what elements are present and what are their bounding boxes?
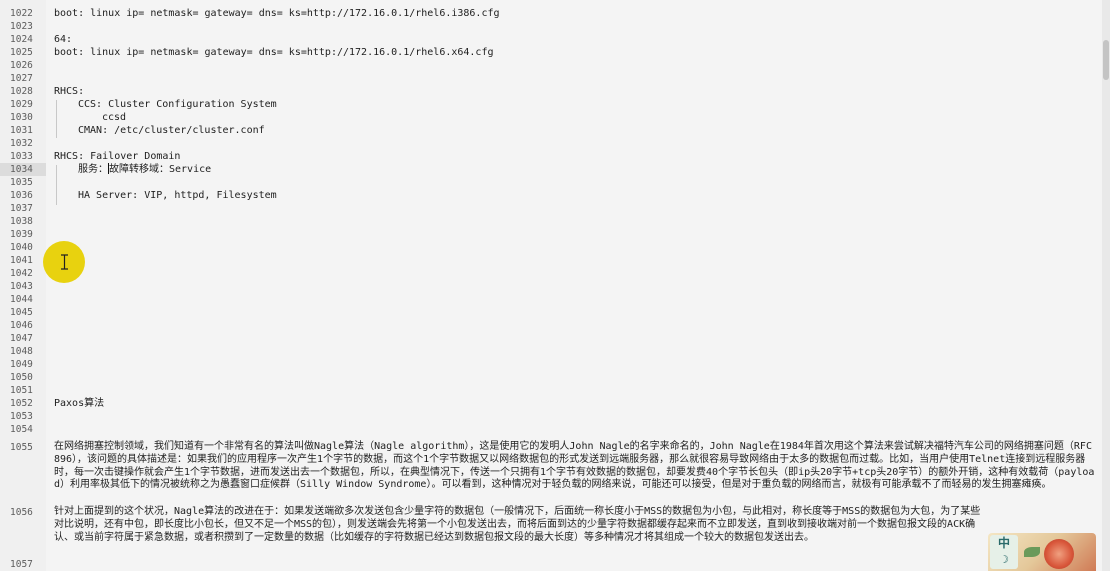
line-number: 1045 xyxy=(10,307,33,318)
code-line[interactable]: boot: linux ip= netmask= gateway= dns= k… xyxy=(54,46,494,59)
ime-language-indicator[interactable]: 中 ☽ xyxy=(990,535,1018,569)
line-number: 1047 xyxy=(10,333,33,344)
line-number: 1038 xyxy=(10,216,33,227)
line-number: 1044 xyxy=(10,294,33,305)
line-number: 1023 xyxy=(10,21,33,32)
ime-toolbar[interactable]: 中 ☽ xyxy=(988,533,1096,571)
leaf-icon xyxy=(1024,547,1040,557)
line-number: 1053 xyxy=(10,411,33,422)
code-line[interactable]: 64: xyxy=(54,33,72,46)
text-cursor-icon xyxy=(61,254,68,270)
line-number: 1048 xyxy=(10,346,33,357)
line-number: 1052 xyxy=(10,398,33,409)
line-number: 1032 xyxy=(10,138,33,149)
line-number: 1056 xyxy=(10,507,33,518)
line-number: 1028 xyxy=(10,86,33,97)
line-number: 1050 xyxy=(10,372,33,383)
vertical-scrollbar[interactable] xyxy=(1102,0,1110,571)
code-line[interactable]: RHCS: xyxy=(54,85,84,98)
ime-flower-icon xyxy=(1044,539,1074,569)
line-number: 1051 xyxy=(10,385,33,396)
code-line[interactable]: Paxos算法 xyxy=(54,397,104,410)
line-number-gutter: 1022 1023 1024 1025 1026 1027 1028 1029 1030 1031… xyxy=(0,0,46,571)
ime-moon-icon: ☽ xyxy=(999,553,1009,566)
line-number: 1037 xyxy=(10,203,33,214)
line-number: 1022 xyxy=(10,8,33,19)
line-number: 1026 xyxy=(10,60,33,71)
line-number: 1029 xyxy=(10,99,33,110)
text-editor[interactable]: 1022 1023 1024 1025 1026 1027 1028 1029 1030 1031… xyxy=(0,0,1110,571)
scrollbar-thumb[interactable] xyxy=(1103,40,1109,80)
line-number: 1027 xyxy=(10,73,33,84)
line-number: 1034 xyxy=(0,163,46,176)
code-line[interactable]: boot: linux ip= netmask= gateway= dns= k… xyxy=(54,7,500,20)
code-line[interactable]: 服务：故障转移域：Service xyxy=(78,163,211,176)
line-number: 1057 xyxy=(10,559,33,570)
line-number: 1033 xyxy=(10,151,33,162)
indent-guide xyxy=(56,165,57,205)
line-number: 1046 xyxy=(10,320,33,331)
code-line[interactable]: CCS: Cluster Configuration System xyxy=(78,98,277,111)
paragraph-nagle-intro: 在网络拥塞控制领域，我们知道有一个非常有名的算法叫做Nagle算法（Nagle … xyxy=(54,441,1095,491)
line-number: 1055 xyxy=(10,442,33,453)
code-line-text: 故障转移域：Service xyxy=(109,164,212,175)
line-number: 1039 xyxy=(10,229,33,240)
line-number: 1030 xyxy=(10,112,33,123)
line-number: 1041 xyxy=(10,255,33,266)
line-number: 1054 xyxy=(10,424,33,435)
line-number: 1036 xyxy=(10,190,33,201)
paragraph-nagle-improvement: 针对上面提到的这个状况，Nagle算法的改进在于：如果发送端欲多次发送包含少量字… xyxy=(54,506,981,543)
code-line-text: 服务： xyxy=(78,164,108,175)
line-number: 1042 xyxy=(10,268,33,279)
code-line[interactable]: RHCS: Failover Domain xyxy=(54,150,180,163)
code-line[interactable]: HA Server: VIP, httpd, Filesystem xyxy=(78,189,277,202)
line-number: 1043 xyxy=(10,281,33,292)
code-line[interactable]: ccsd xyxy=(102,111,126,124)
line-number: 1024 xyxy=(10,34,33,45)
line-number: 1031 xyxy=(10,125,33,136)
indent-guide xyxy=(56,100,57,138)
line-number: 1049 xyxy=(10,359,33,370)
ime-logo-text: 中 xyxy=(997,536,1010,550)
line-number: 1025 xyxy=(10,47,33,58)
line-number: 1035 xyxy=(10,177,33,188)
code-line[interactable]: CMAN: /etc/cluster/cluster.conf xyxy=(78,124,265,137)
line-number: 1040 xyxy=(10,242,33,253)
